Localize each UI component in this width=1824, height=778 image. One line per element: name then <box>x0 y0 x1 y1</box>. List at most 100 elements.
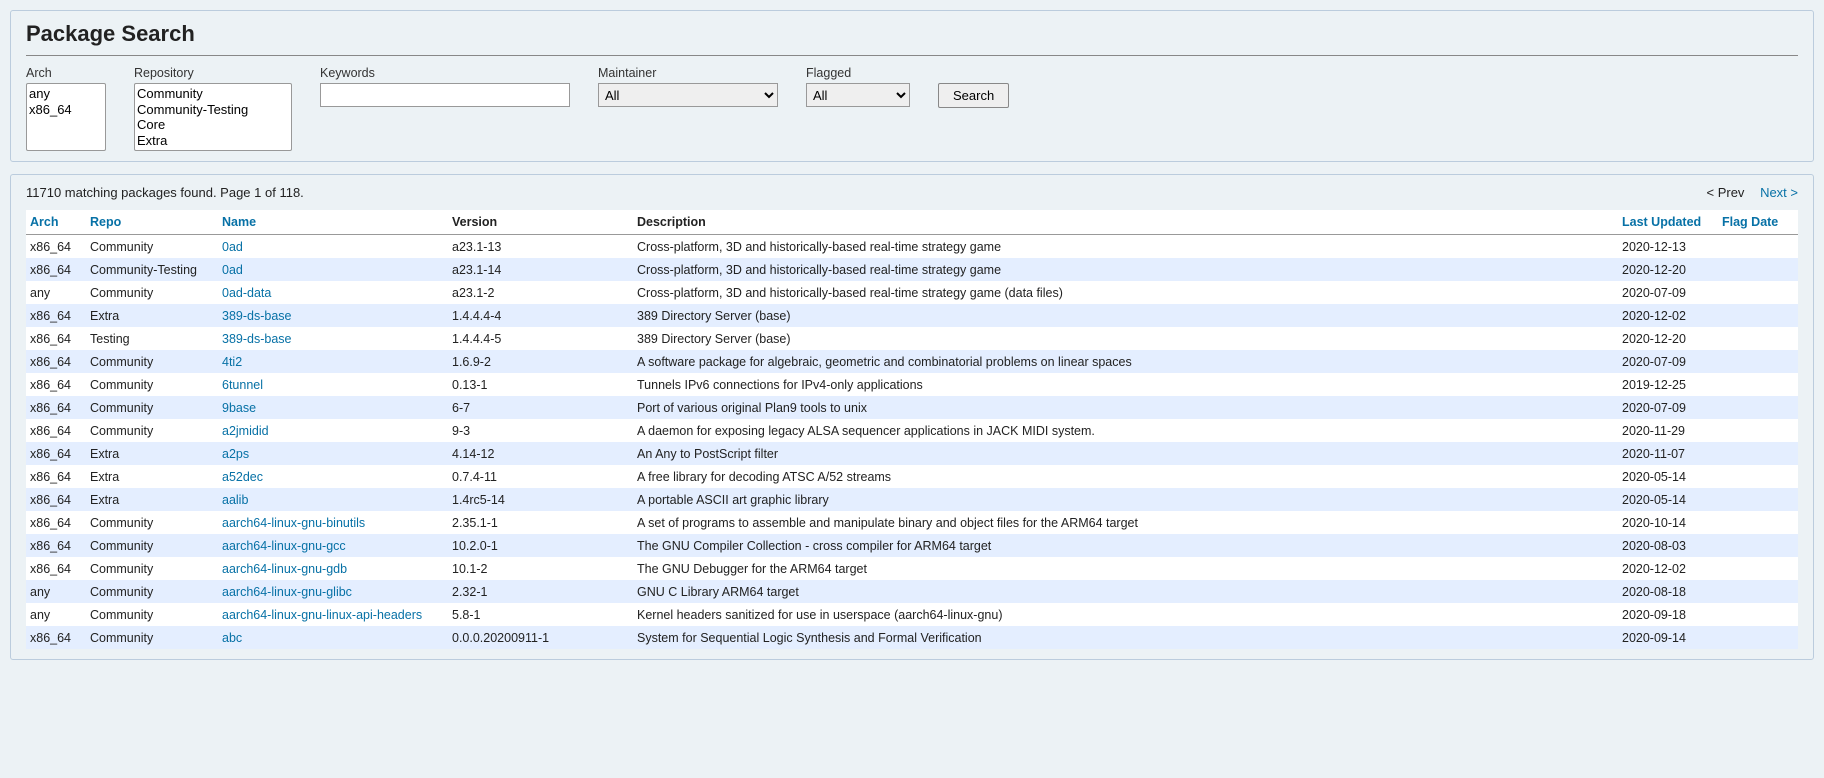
cell-name: 0ad <box>218 258 448 281</box>
col-repo-sort[interactable]: Repo <box>90 215 121 229</box>
cell-arch: x86_64 <box>26 350 86 373</box>
cell-desc: A set of programs to assemble and manipu… <box>633 511 1618 534</box>
table-row: x86_64Community4ti21.6.9-2A software pac… <box>26 350 1798 373</box>
cell-version: a23.1-14 <box>448 258 633 281</box>
cell-desc: GNU C Library ARM64 target <box>633 580 1618 603</box>
flagged-select[interactable]: All <box>806 83 910 107</box>
cell-version: 1.4rc5-14 <box>448 488 633 511</box>
repo-option[interactable]: Extra <box>137 133 289 149</box>
package-link[interactable]: 0ad <box>222 263 243 277</box>
cell-version: 10.2.0-1 <box>448 534 633 557</box>
table-row: x86_64Extraa2ps4.14-12An Any to PostScri… <box>26 442 1798 465</box>
cell-arch: x86_64 <box>26 327 86 350</box>
cell-name: aarch64-linux-gnu-linux-api-headers <box>218 603 448 626</box>
spacer-label <box>938 66 1009 80</box>
package-link[interactable]: 4ti2 <box>222 355 242 369</box>
cell-desc: A portable ASCII art graphic library <box>633 488 1618 511</box>
cell-updated: 2020-08-18 <box>1618 580 1718 603</box>
repo-option[interactable]: Community <box>137 86 289 102</box>
results-panel: 11710 matching packages found. Page 1 of… <box>10 174 1814 660</box>
cell-updated: 2020-10-14 <box>1618 511 1718 534</box>
col-updated-sort[interactable]: Last Updated <box>1622 215 1701 229</box>
cell-repo: Community <box>86 511 218 534</box>
package-link[interactable]: 0ad <box>222 240 243 254</box>
package-link[interactable]: 0ad-data <box>222 286 271 300</box>
cell-arch: x86_64 <box>26 235 86 259</box>
cell-arch: any <box>26 580 86 603</box>
cell-arch: any <box>26 281 86 304</box>
cell-flag <box>1718 534 1798 557</box>
page-title: Package Search <box>26 21 1798 47</box>
package-link[interactable]: 389-ds-base <box>222 332 292 346</box>
cell-arch: x86_64 <box>26 465 86 488</box>
cell-repo: Extra <box>86 304 218 327</box>
col-name-sort[interactable]: Name <box>222 215 256 229</box>
package-link[interactable]: aarch64-linux-gnu-glibc <box>222 585 352 599</box>
title-divider <box>26 55 1798 56</box>
table-row: x86_64Extraaalib1.4rc5-14A portable ASCI… <box>26 488 1798 511</box>
repo-select[interactable]: CommunityCommunity-TestingCoreExtra <box>134 83 292 151</box>
package-link[interactable]: aarch64-linux-gnu-linux-api-headers <box>222 608 422 622</box>
cell-repo: Community <box>86 419 218 442</box>
arch-option[interactable]: x86_64 <box>29 102 103 118</box>
maintainer-select[interactable]: All <box>598 83 778 107</box>
arch-select[interactable]: anyx86_64 <box>26 83 106 151</box>
cell-repo: Extra <box>86 442 218 465</box>
cell-repo: Testing <box>86 327 218 350</box>
repo-option[interactable]: Community-Testing <box>137 102 289 118</box>
cell-arch: any <box>26 603 86 626</box>
col-arch-sort[interactable]: Arch <box>30 215 58 229</box>
cell-name: 389-ds-base <box>218 327 448 350</box>
package-link[interactable]: 9base <box>222 401 256 415</box>
cell-name: a2jmidid <box>218 419 448 442</box>
arch-option[interactable]: any <box>29 86 103 102</box>
cell-arch: x86_64 <box>26 626 86 649</box>
cell-name: 4ti2 <box>218 350 448 373</box>
cell-flag <box>1718 235 1798 259</box>
package-link[interactable]: aarch64-linux-gnu-gdb <box>222 562 347 576</box>
package-link[interactable]: aarch64-linux-gnu-binutils <box>222 516 365 530</box>
repo-option[interactable]: Core <box>137 117 289 133</box>
cell-repo: Community <box>86 557 218 580</box>
flagged-label: Flagged <box>806 66 910 80</box>
cell-flag <box>1718 557 1798 580</box>
package-link[interactable]: a52dec <box>222 470 263 484</box>
cell-updated: 2020-07-09 <box>1618 350 1718 373</box>
package-link[interactable]: abc <box>222 631 242 645</box>
cell-updated: 2020-12-13 <box>1618 235 1718 259</box>
cell-updated: 2020-05-14 <box>1618 488 1718 511</box>
pager-next[interactable]: Next > <box>1760 185 1798 200</box>
package-link[interactable]: aarch64-linux-gnu-gcc <box>222 539 346 553</box>
cell-updated: 2020-05-14 <box>1618 465 1718 488</box>
cell-version: 1.6.9-2 <box>448 350 633 373</box>
cell-version: a23.1-13 <box>448 235 633 259</box>
cell-updated: 2020-12-02 <box>1618 557 1718 580</box>
table-row: x86_64Testing389-ds-base1.4.4.4-5389 Dir… <box>26 327 1798 350</box>
search-button[interactable]: Search <box>938 83 1009 108</box>
maintainer-label: Maintainer <box>598 66 778 80</box>
cell-desc: Cross-platform, 3D and historically-base… <box>633 281 1618 304</box>
cell-arch: x86_64 <box>26 258 86 281</box>
package-link[interactable]: aalib <box>222 493 248 507</box>
cell-desc: A software package for algebraic, geomet… <box>633 350 1618 373</box>
package-link[interactable]: a2jmidid <box>222 424 269 438</box>
package-link[interactable]: a2ps <box>222 447 249 461</box>
cell-desc: The GNU Debugger for the ARM64 target <box>633 557 1618 580</box>
cell-flag <box>1718 350 1798 373</box>
cell-name: 6tunnel <box>218 373 448 396</box>
cell-desc: A daemon for exposing legacy ALSA sequen… <box>633 419 1618 442</box>
package-link[interactable]: 389-ds-base <box>222 309 292 323</box>
cell-version: 1.4.4.4-4 <box>448 304 633 327</box>
cell-name: aarch64-linux-gnu-gcc <box>218 534 448 557</box>
cell-name: a52dec <box>218 465 448 488</box>
package-link[interactable]: 6tunnel <box>222 378 263 392</box>
keywords-label: Keywords <box>320 66 570 80</box>
cell-desc: 389 Directory Server (base) <box>633 327 1618 350</box>
cell-flag <box>1718 258 1798 281</box>
table-row: x86_64Community0ada23.1-13Cross-platform… <box>26 235 1798 259</box>
cell-flag <box>1718 419 1798 442</box>
cell-version: 9-3 <box>448 419 633 442</box>
col-flag-sort[interactable]: Flag Date <box>1722 215 1778 229</box>
keywords-input[interactable] <box>320 83 570 107</box>
pager: < Prev Next > <box>1695 185 1799 200</box>
